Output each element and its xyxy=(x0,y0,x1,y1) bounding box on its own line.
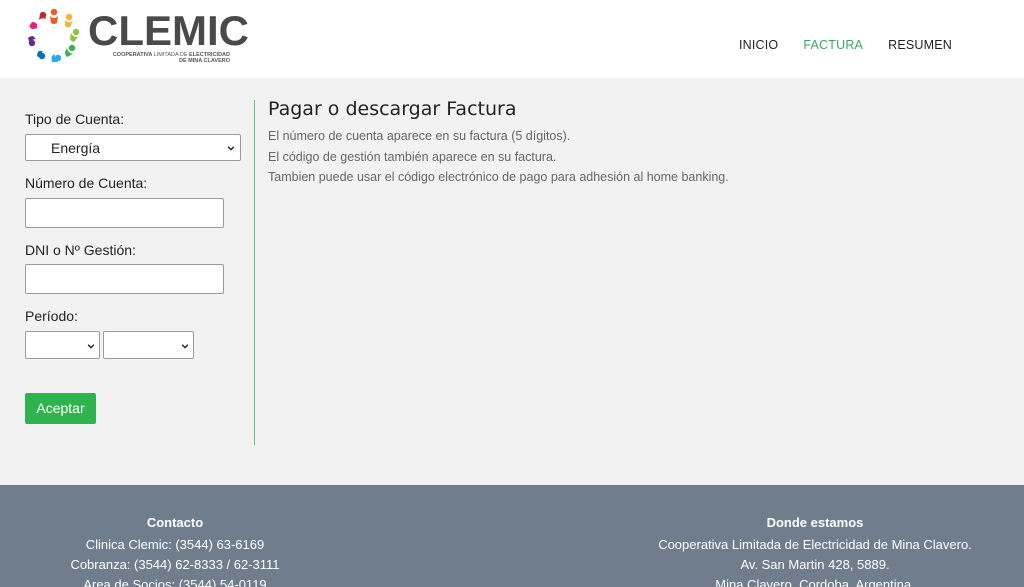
clemic-logo[interactable]: CLEMIC COOPERATIVA LIMITADA DE ELECTRICI… xyxy=(24,6,249,66)
help-line-home-banking: Tambien puede usar el código electrónico… xyxy=(268,170,729,184)
footer-location-line: Cooperativa Limitada de Electricidad de … xyxy=(658,537,972,552)
footer-location-line: Av. San Martin 428, 5889. xyxy=(740,557,890,572)
footer-contact-line: Area de Socios: (3544) 54-0119 xyxy=(83,577,267,587)
numero-cuenta-label: Número de Cuenta: xyxy=(25,175,148,191)
help-line-gestion: El código de gestión también aparece en … xyxy=(268,149,557,164)
logo-wordmark: CLEMIC xyxy=(88,7,249,54)
footer-location-line: Mina Clavero, Cordoba, Argentina. xyxy=(715,577,915,587)
nav-factura[interactable]: FACTURA xyxy=(803,38,863,52)
invoice-form: Tipo de Cuenta: Energía Número de Cuenta… xyxy=(25,100,255,445)
site-header: CLEMIC COOPERATIVA LIMITADA DE ELECTRICI… xyxy=(0,0,1024,78)
aceptar-button[interactable]: Aceptar xyxy=(25,393,96,424)
numero-cuenta-input[interactable] xyxy=(25,198,224,228)
nav-resumen[interactable]: RESUMEN xyxy=(888,38,952,52)
chevron-down-icon xyxy=(87,344,95,349)
nav-inicio[interactable]: INICIO xyxy=(739,38,778,52)
footer-location: Donde estamos Cooperativa Limitada de El… xyxy=(640,513,990,587)
page-title: Pagar o descargar Factura xyxy=(268,98,517,120)
chevron-down-icon xyxy=(181,344,189,349)
site-footer: Contacto Clinica Clemic: (3544) 63-6169 … xyxy=(0,485,1024,587)
logo-tagline-part: COOPERATIVA xyxy=(112,52,153,58)
periodo-label: Período: xyxy=(25,308,78,324)
main-nav: INICIO FACTURA RESUMEN xyxy=(739,38,952,52)
tipo-cuenta-select[interactable]: Energía xyxy=(25,134,241,161)
chevron-down-icon xyxy=(227,146,235,151)
main-content: Pagar o descargar Factura El número de c… xyxy=(268,98,968,188)
footer-contact-line: Cobranza: (3544) 62-8333 / 62-3111 xyxy=(70,557,280,572)
footer-contact: Contacto Clinica Clemic: (3544) 63-6169 … xyxy=(60,513,290,587)
help-line-account: El número de cuenta aparece en su factur… xyxy=(268,129,571,143)
footer-location-title: Donde estamos xyxy=(766,515,864,530)
tipo-cuenta-label: Tipo de Cuenta: xyxy=(25,111,125,127)
footer-contact-title: Contacto xyxy=(146,515,204,530)
logo-people-ring-icon xyxy=(28,8,80,62)
dni-gestion-input[interactable] xyxy=(25,264,224,294)
logo-tagline-part: DE MINA CLAVERO xyxy=(178,58,230,64)
periodo-month-select[interactable] xyxy=(25,331,100,359)
footer-contact-line: Clinica Clemic: (3544) 63-6169 xyxy=(85,537,265,552)
dni-gestion-label: DNI o Nº Gestión: xyxy=(25,242,136,258)
logo-tagline: COOPERATIVA LIMITADA DE ELECTRICIDAD DE … xyxy=(90,52,230,64)
tipo-cuenta-value: Energía xyxy=(51,140,101,156)
periodo-year-select[interactable] xyxy=(103,331,194,359)
